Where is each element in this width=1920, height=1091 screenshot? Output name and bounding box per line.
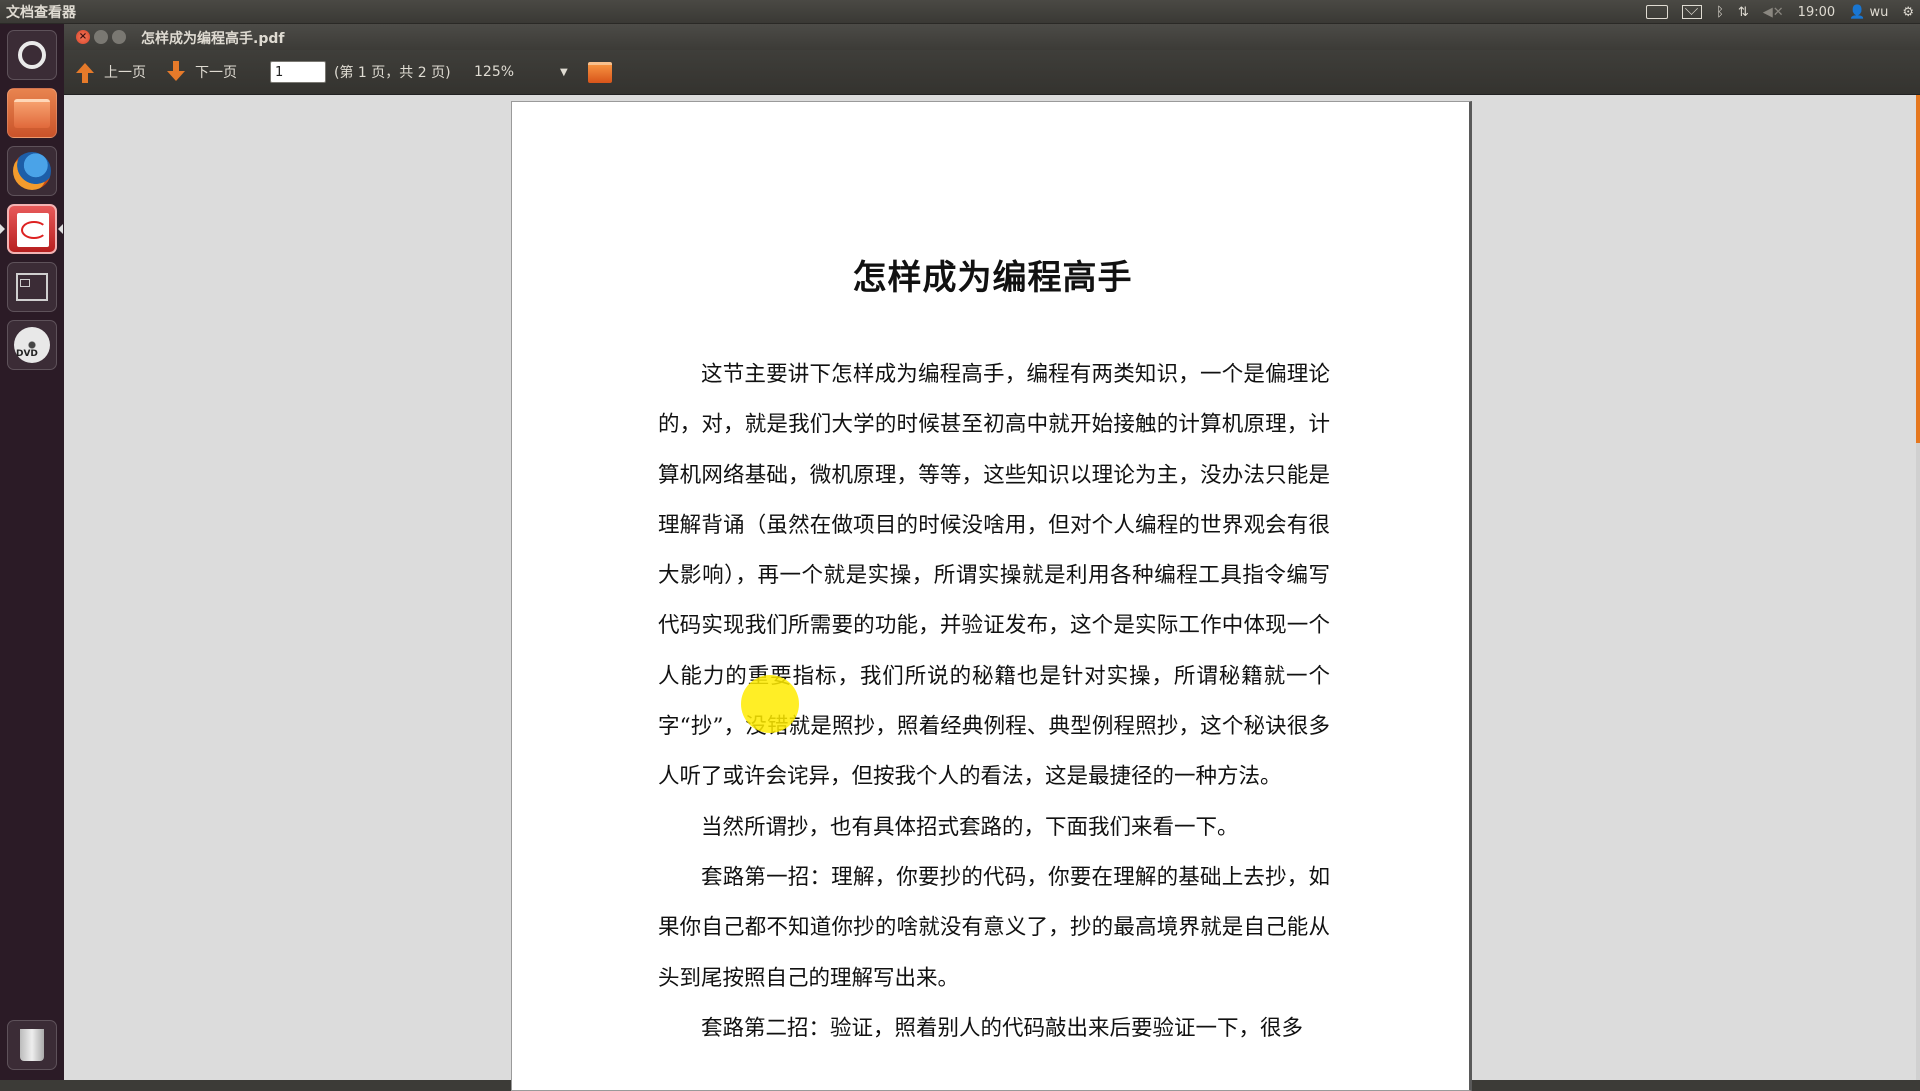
dvd-label: DVD [16, 349, 38, 359]
document-viewer-icon [17, 213, 49, 247]
cursor-highlight [741, 675, 799, 733]
minimize-button[interactable] [94, 30, 108, 44]
zoom-select[interactable]: 125% ▼ [474, 50, 568, 94]
trash-launcher[interactable] [7, 1020, 57, 1070]
close-button[interactable]: × [76, 30, 90, 44]
app-name: 文档查看器 [6, 4, 76, 21]
workspace-switcher-icon [16, 273, 48, 301]
top-panel: 文档查看器 ᛒ ⇅ ◀✕ 19:00 👤 wu ⚙ [0, 0, 1920, 24]
prev-page-label: 上一页 [104, 65, 146, 81]
maximize-button[interactable] [112, 30, 126, 44]
files-icon [14, 99, 50, 128]
document-title: 怎样成为编程高手 [852, 258, 1133, 298]
dash-icon [18, 41, 46, 69]
workspace-switcher-launcher[interactable] [7, 262, 57, 312]
vertical-scrollbar[interactable] [1916, 95, 1920, 1080]
network-icon[interactable]: ⇅ [1738, 5, 1749, 20]
active-indicator [0, 224, 5, 234]
firefox-launcher[interactable] [7, 146, 57, 196]
zoom-value: 125% [474, 64, 515, 80]
toolbar: 上一页 下一页 (第 1 页，共 2 页) 125% ▼ [64, 50, 1920, 95]
focus-indicator [58, 224, 63, 234]
page-number-input[interactable] [270, 61, 326, 83]
paragraph: 这节主要讲下怎样成为编程高手，编程有两类知识，一个是偏理论的，对，就是我们大学的… [658, 362, 1330, 790]
indicator-area: ᛒ ⇅ ◀✕ 19:00 👤 wu ⚙ [1646, 0, 1914, 24]
arrow-up-icon [76, 63, 94, 83]
document-viewer-window: × 怎样成为编程高手.pdf 上一页 下一页 (第 1 页，共 2 页) 125… [64, 24, 1920, 1091]
next-page-label: 下一页 [195, 65, 237, 81]
user-menu[interactable]: 👤 wu [1849, 5, 1888, 20]
document-viewer-launcher[interactable] [7, 204, 57, 254]
chevron-down-icon: ▼ [560, 66, 568, 78]
prev-page-button[interactable]: 上一页 [76, 50, 146, 94]
launcher: DVD [0, 24, 65, 1080]
folder-icon [588, 61, 612, 83]
bluetooth-icon[interactable]: ᛒ [1716, 5, 1724, 20]
window-titlebar[interactable]: × 怎样成为编程高手.pdf [64, 24, 1920, 50]
open-folder-button[interactable] [588, 50, 612, 94]
files-launcher[interactable] [7, 88, 57, 138]
paragraph: 当然所谓抄，也有具体招式套路的，下面我们来看一下。 [701, 814, 1239, 840]
firefox-icon [13, 152, 51, 190]
trash-icon [20, 1029, 44, 1061]
mail-icon[interactable] [1682, 5, 1703, 19]
page-entry-wrap [270, 50, 326, 94]
user-name: wu [1869, 4, 1889, 20]
page-info: (第 1 页，共 2 页) [334, 65, 451, 81]
clock[interactable]: 19:00 [1798, 5, 1835, 20]
window-title: 怎样成为编程高手.pdf [141, 31, 285, 47]
paragraph: 套路第二招：验证，照着别人的代码敲出来后要验证一下，很多 [701, 1015, 1304, 1041]
dash-button[interactable] [7, 30, 57, 80]
volume-icon[interactable]: ◀✕ [1763, 5, 1784, 20]
scrollbar-thumb[interactable] [1916, 95, 1920, 443]
gear-icon[interactable]: ⚙ [1902, 5, 1914, 20]
dvd-launcher[interactable]: DVD [7, 320, 57, 370]
arrow-down-icon [167, 61, 185, 81]
document-page: 怎样成为编程高手 这节主要讲下怎样成为编程高手，编程有两类知识，一个是偏理论的，… [511, 101, 1472, 1091]
document-viewport[interactable]: 怎样成为编程高手 这节主要讲下怎样成为编程高手，编程有两类知识，一个是偏理论的，… [64, 95, 1920, 1091]
user-icon: 👤 [1849, 4, 1866, 20]
keyboard-icon[interactable] [1646, 5, 1669, 19]
paragraph: 套路第一招：理解，你要抄的代码，你要在理解的基础上去抄，如果你自己都不知道你抄的… [658, 864, 1330, 991]
next-page-button[interactable]: 下一页 [167, 50, 237, 94]
